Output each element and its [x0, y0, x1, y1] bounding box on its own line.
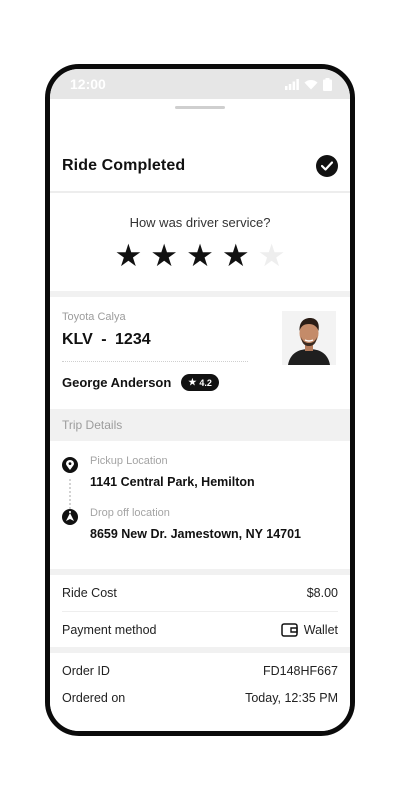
star-icon-5[interactable]: ★: [258, 240, 286, 271]
wallet-icon: [280, 622, 298, 637]
payment-method: Wallet: [280, 622, 338, 637]
dropoff-label: Drop off location: [90, 507, 170, 519]
phone-frame: 12:00 Ride Completed How was driver serv…: [45, 64, 355, 736]
ordered-on-row: Ordered on Today, 12:35 PM: [62, 684, 338, 711]
rating-question: How was driver service?: [129, 215, 271, 230]
driver-card: Toyota Calya KLV - 1234 George Anderson …: [50, 297, 350, 409]
driver-rating-badge: ★ 4.2: [181, 374, 219, 391]
page-title: Ride Completed: [62, 157, 186, 174]
ordered-on-label: Ordered on: [62, 690, 126, 705]
driver-name: George Anderson: [62, 375, 172, 390]
pickup-label: Pickup Location: [90, 455, 168, 467]
order-id-value: FD148HF667: [262, 663, 338, 678]
ride-summary-sheet: Ride Completed How was driver service? ★…: [50, 106, 350, 731]
status-bar: 12:00: [50, 69, 350, 99]
dropoff-stop: Drop off location 8659 New Dr. Jamestown…: [62, 507, 338, 541]
ride-cost-value: $8.00: [306, 586, 338, 600]
location-pin-icon: [62, 457, 78, 473]
star-icon-2[interactable]: ★: [150, 240, 178, 271]
star-rating[interactable]: ★ ★ ★ ★ ★: [50, 240, 350, 271]
dropoff-address: 8659 New Dr. Jamestown, NY 14701: [90, 527, 301, 541]
payment-method-value: Wallet: [303, 622, 338, 637]
ordered-on-value: Today, 12:35 PM: [245, 690, 338, 705]
status-time: 12:00: [70, 76, 106, 92]
star-icon-1[interactable]: ★: [115, 240, 143, 271]
check-icon: [316, 155, 338, 177]
wifi-icon: [304, 79, 318, 89]
order-id-label: Order ID: [62, 663, 110, 678]
star-icon-3[interactable]: ★: [186, 240, 214, 271]
battery-icon: [323, 77, 332, 91]
signal-icon: [285, 78, 299, 90]
order-id-row: Order ID FD148HF667: [62, 657, 338, 684]
pickup-stop: Pickup Location 1141 Central Park, Hemil…: [62, 455, 338, 489]
ride-cost-row: Ride Cost $8.00: [62, 575, 338, 611]
ride-cost-label: Ride Cost: [62, 586, 117, 600]
payment-section: Ride Cost $8.00 Payment method Wallet: [50, 575, 350, 647]
star-icon-4[interactable]: ★: [222, 240, 250, 271]
rating-section: How was driver service? ★ ★ ★ ★ ★: [50, 193, 350, 291]
trip-details: Pickup Location 1141 Central Park, Hemil…: [50, 441, 350, 569]
dotted-divider: [62, 361, 248, 362]
sheet-header: Ride Completed: [50, 109, 350, 191]
pickup-address: 1141 Central Park, Hemilton: [90, 475, 255, 489]
payment-method-label: Payment method: [62, 622, 157, 637]
driver-rating-value: 4.2: [199, 377, 212, 388]
status-icons: [285, 77, 332, 91]
driver-row: George Anderson ★ 4.2: [62, 374, 338, 391]
small-star-icon: ★: [188, 377, 197, 387]
trip-details-header: Trip Details: [50, 409, 350, 441]
route-connector: [69, 479, 71, 513]
payment-method-row: Payment method Wallet: [62, 611, 338, 647]
driver-avatar: [282, 311, 336, 365]
order-section: Order ID FD148HF667 Ordered on Today, 12…: [50, 653, 350, 711]
